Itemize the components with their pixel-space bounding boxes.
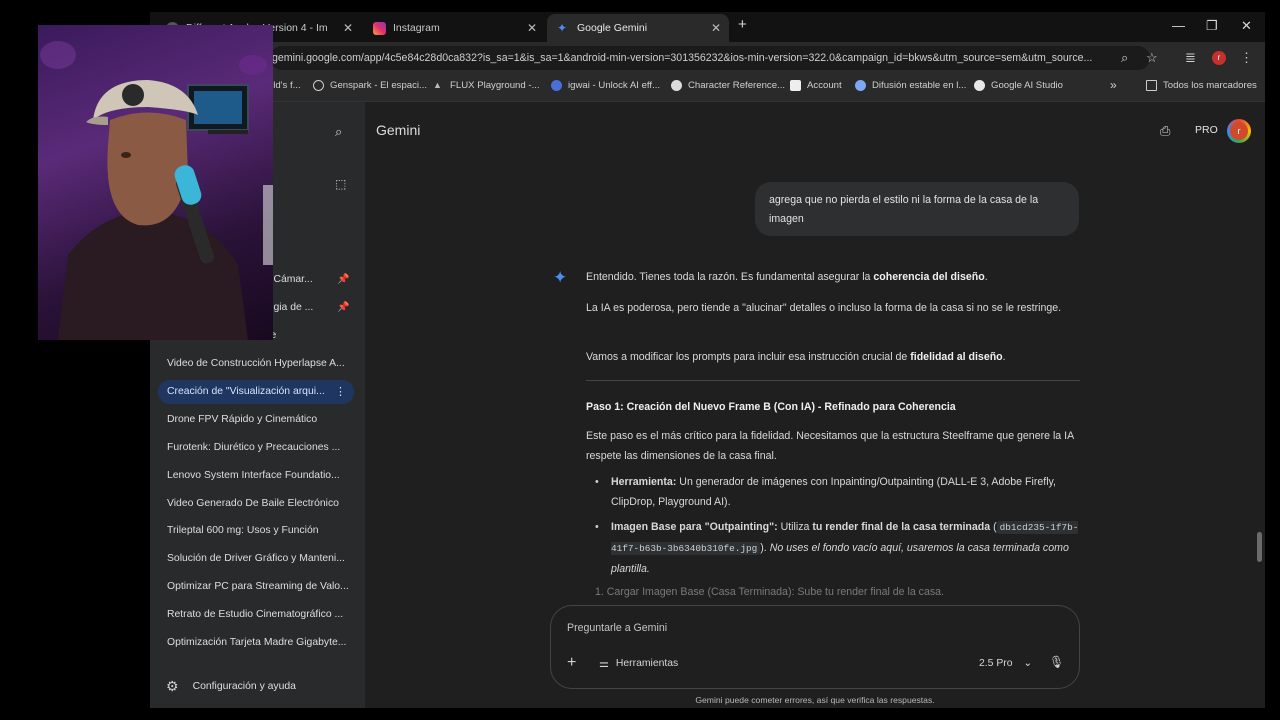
sidebar-item-chat[interactable]: Furotenk: Diurético y Precauciones ... [158, 436, 354, 460]
new-tab-button[interactable]: + [738, 16, 747, 33]
browser-toolbar: gemini.google.com/app/4c5e84c28d0ca832?i… [150, 42, 1265, 74]
page-icon [790, 80, 801, 91]
new-chat-icon[interactable]: ⬚ [335, 177, 346, 191]
search-icon[interactable]: ⌕ [335, 124, 342, 140]
genspark-icon [313, 80, 324, 91]
share-icon[interactable]: ⎙ [1160, 123, 1170, 139]
sidebar-item-chat[interactable]: Lenovo System Interface Foundatio... [158, 464, 354, 488]
bookmark-item[interactable]: Difusión estable en l... [855, 80, 966, 91]
tab-strip: Different Angles Version 4 - Im ✕ Instag… [150, 12, 1265, 42]
bookmarks-bar: rld's f... Genspark - El espaci... ▲ FLUX… [150, 74, 1265, 102]
prompt-input[interactable] [567, 618, 1047, 638]
webcam-overlay [38, 25, 273, 340]
microphone-icon[interactable]: 🎙 [1049, 655, 1064, 669]
tools-button[interactable]: ⚌ Herramientas [599, 657, 678, 670]
menu-kebab-icon[interactable]: ⋮ [1240, 50, 1253, 66]
gear-icon: ⚙ [166, 678, 179, 694]
tab-label: Instagram [393, 22, 440, 34]
instagram-icon [373, 21, 386, 35]
scrollbar[interactable] [1257, 532, 1262, 562]
bookmark-item[interactable]: igwai - Unlock AI eff... [551, 80, 660, 91]
tab-instagram[interactable]: Instagram ✕ [363, 14, 545, 42]
chat-main: Gemini ⎙ PRO r agrega que no pierda el e… [365, 102, 1265, 708]
globe-icon [855, 80, 866, 91]
sidebar-item-chat[interactable]: Retrato de Estudio Cinematográfico ... [158, 603, 354, 627]
chevron-down-icon: ⌄ [1023, 658, 1033, 669]
sidebar-item-chat[interactable]: Video de Construcción Hyperlapse A... [158, 352, 354, 376]
bookmark-item[interactable]: ▲ FLUX Playground -... [433, 80, 540, 91]
more-options-icon[interactable]: ⋮ [335, 380, 346, 404]
restore-icon[interactable]: ❐ [1206, 18, 1218, 34]
settings-and-help[interactable]: ⚙ Configuración y ayuda [166, 678, 296, 695]
close-icon[interactable]: ✕ [711, 21, 721, 35]
step-heading: Paso 1: Creación del Nuevo Frame B (Con … [586, 401, 956, 413]
tab-label: Google Gemini [577, 22, 648, 34]
tab-google-gemini[interactable]: ✦ Google Gemini ✕ [547, 14, 729, 42]
app-title: Gemini [376, 122, 421, 138]
sidebar-item-chat[interactable]: Solución de Driver Gráfico y Manteni... [158, 547, 354, 571]
address-bar[interactable]: gemini.google.com/app/4c5e84c28d0ca832?i… [270, 46, 1150, 70]
folder-icon [1146, 80, 1157, 91]
zoom-search-icon[interactable]: ⌕ [1121, 50, 1128, 66]
close-icon[interactable]: ✕ [527, 21, 537, 35]
substep-item: 1. Cargar Imagen Base (Casa Terminada): … [595, 586, 944, 598]
prompt-composer: + ⚌ Herramientas 2.5 Pro ⌄ 🎙 [550, 605, 1080, 689]
list-item: Imagen Base para "Outpainting": Utiliza … [593, 517, 1083, 579]
pin-icon[interactable]: 📌 [337, 274, 349, 285]
tools-sliders-icon: ⚌ [599, 658, 609, 670]
media-controls-icon[interactable]: ≣ [1185, 50, 1196, 66]
response-paragraph: Vamos a modificar los prompts para inclu… [586, 351, 1006, 363]
plan-badge: PRO [1195, 124, 1218, 136]
sidebar-item-chat[interactable]: Drone FPV Rápido y Cinemático [158, 408, 354, 432]
sidebar-item-chat[interactable]: Optimización Tarjeta Madre Gigabyte... [158, 631, 354, 655]
add-attachment-button[interactable]: + [567, 654, 576, 672]
gemini-spark-icon: ✦ [553, 268, 568, 287]
flux-icon: ▲ [433, 80, 442, 90]
streamer-video [40, 41, 273, 340]
bullet-list: Herramienta: Un generador de imágenes co… [593, 472, 1083, 584]
response-paragraph: La IA es poderosa, pero tiende a "alucin… [586, 302, 1062, 314]
sidebar-item-chat-active[interactable]: Creación de "Visualización arqui... ⋮ [158, 380, 354, 404]
sidebar-item-chat[interactable]: Trileptal 600 mg: Usos y Función [158, 519, 354, 543]
sidebar-item-chat[interactable]: Video Generado De Baile Electrónico [158, 492, 354, 516]
google-icon [974, 80, 985, 91]
divider [586, 380, 1080, 381]
bookmark-item[interactable]: rld's f... [270, 80, 301, 91]
disclaimer-text: Gemini puede cometer errores, así que ve… [695, 695, 935, 705]
browser-window: Different Angles Version 4 - Im ✕ Instag… [150, 12, 1265, 708]
model-selector[interactable]: 2.5 Pro ⌄ [979, 657, 1032, 669]
all-bookmarks-folder[interactable]: Todos los marcadores [1146, 80, 1257, 91]
close-icon[interactable]: ✕ [343, 21, 353, 35]
gemini-spark-icon: ✦ [557, 20, 568, 35]
pin-icon[interactable]: 📌 [337, 302, 349, 313]
bookmark-item[interactable]: Genspark - El espaci... [313, 80, 427, 91]
bookmark-star-icon[interactable]: ☆ [1146, 50, 1158, 66]
openai-icon [671, 80, 682, 91]
url-text: gemini.google.com/app/4c5e84c28d0ca832?i… [272, 52, 1093, 64]
user-message-bubble: agrega que no pierda el estilo ni la for… [755, 182, 1079, 236]
browser-profile-avatar[interactable]: r [1212, 51, 1226, 65]
avatar[interactable]: r [1227, 119, 1251, 143]
close-window-icon[interactable]: ✕ [1241, 18, 1252, 34]
step-description: Este paso es el más crítico para la fide… [586, 430, 1074, 462]
response-paragraph: Entendido. Tienes toda la razón. Es fund… [586, 271, 988, 283]
bookmarks-overflow-icon[interactable]: » [1110, 78, 1117, 92]
bookmark-item[interactable]: Character Reference... [671, 80, 785, 91]
sidebar-item-chat[interactable]: Optimizar PC para Streaming de Valo... [158, 575, 354, 599]
igwai-icon [551, 80, 562, 91]
minimize-icon[interactable]: — [1172, 18, 1185, 33]
bookmark-item[interactable]: Account [790, 80, 842, 91]
list-item: Herramienta: Un generador de imágenes co… [593, 472, 1083, 512]
bookmark-item[interactable]: Google AI Studio [974, 80, 1063, 91]
